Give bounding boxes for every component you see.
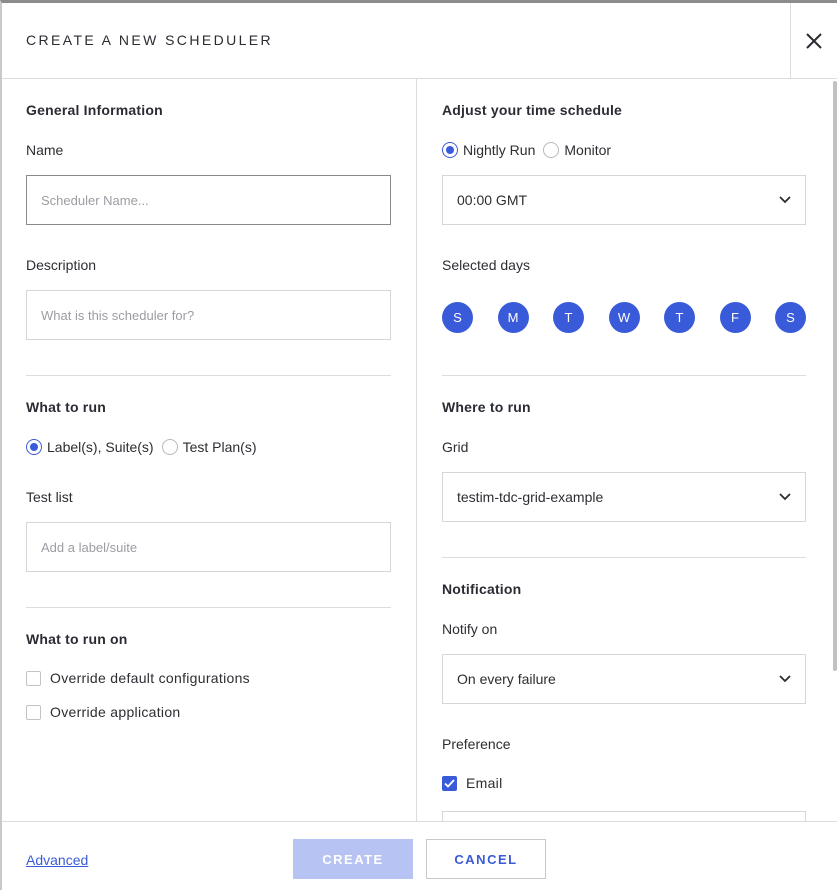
checkbox-icon[interactable]: [26, 670, 41, 686]
close-icon[interactable]: [805, 32, 823, 50]
checkbox-label: Override default configurations: [50, 670, 250, 686]
notify-on-select-value: On every failure: [457, 671, 556, 687]
divider: [26, 607, 391, 608]
radio-checked-icon[interactable]: [442, 142, 458, 158]
day-monday[interactable]: M: [497, 302, 529, 333]
radio-label: Label(s), Suite(s): [47, 439, 154, 455]
radio-test-plans[interactable]: Test Plan(s): [161, 439, 257, 455]
checkbox-checked-icon[interactable]: [442, 775, 457, 791]
preference-label: Preference: [442, 736, 511, 752]
test-list-input[interactable]: [26, 522, 391, 572]
radio-unchecked-icon[interactable]: [161, 439, 178, 455]
radio-label: Nightly Run: [463, 142, 536, 158]
day-friday[interactable]: F: [719, 302, 751, 333]
override-application-checkbox[interactable]: Override application: [26, 704, 181, 720]
time-select[interactable]: 00:00 GMT: [442, 175, 806, 225]
modal-title: CREATE A NEW SCHEDULER: [26, 32, 274, 48]
cancel-button[interactable]: CANCEL: [426, 839, 546, 879]
day-saturday[interactable]: S: [775, 302, 806, 333]
radio-label: Test Plan(s): [182, 439, 257, 455]
email-checkbox[interactable]: Email: [442, 775, 503, 791]
general-information-title: General Information: [26, 102, 163, 118]
close-button[interactable]: [790, 3, 837, 79]
day-wednesday[interactable]: W: [608, 302, 640, 333]
email-recipients-input[interactable]: [442, 811, 806, 821]
divider: [442, 557, 806, 558]
what-to-run-on-title: What to run on: [26, 631, 128, 647]
selected-days-label: Selected days: [442, 257, 530, 273]
radio-label: Monitor: [564, 142, 612, 158]
override-configurations-checkbox[interactable]: Override default configurations: [26, 670, 250, 686]
radio-monitor[interactable]: Monitor: [543, 142, 611, 158]
create-scheduler-modal: CREATE A NEW SCHEDULER General Informati…: [0, 0, 837, 890]
modal-header: CREATE A NEW SCHEDULER: [2, 3, 837, 79]
divider: [442, 375, 806, 376]
grid-label: Grid: [442, 439, 469, 455]
radio-labels-suites[interactable]: Label(s), Suite(s): [26, 439, 154, 455]
scrollbar[interactable]: [833, 81, 837, 671]
modal-footer: Advanced CREATE CANCEL: [2, 821, 837, 890]
day-thursday[interactable]: T: [664, 302, 695, 333]
test-list-label: Test list: [26, 489, 73, 505]
chevron-down-icon: [779, 675, 791, 683]
notification-title: Notification: [442, 581, 522, 597]
checkbox-label: Email: [466, 775, 503, 791]
chevron-down-icon: [779, 493, 791, 501]
notify-on-select[interactable]: On every failure: [442, 654, 806, 704]
scheduler-name-input[interactable]: [26, 175, 391, 225]
radio-checked-icon[interactable]: [26, 439, 42, 455]
column-divider: [416, 79, 417, 821]
advanced-link[interactable]: Advanced: [26, 852, 88, 868]
what-to-run-radio-group: Label(s), Suite(s) Test Plan(s): [26, 439, 265, 455]
divider: [26, 375, 391, 376]
day-tuesday[interactable]: T: [553, 302, 584, 333]
where-to-run-title: Where to run: [442, 399, 531, 415]
grid-select[interactable]: testim-tdc-grid-example: [442, 472, 806, 522]
notify-on-label: Notify on: [442, 621, 498, 637]
day-selector: S M T W T F S: [442, 302, 806, 333]
time-select-value: 00:00 GMT: [457, 192, 528, 208]
description-input[interactable]: [26, 290, 391, 340]
radio-unchecked-icon[interactable]: [543, 142, 560, 158]
radio-nightly-run[interactable]: Nightly Run: [442, 142, 535, 158]
grid-select-value: testim-tdc-grid-example: [457, 489, 604, 505]
what-to-run-title: What to run: [26, 399, 106, 415]
description-label: Description: [26, 257, 97, 273]
checkbox-label: Override application: [50, 704, 181, 720]
checkmark-icon: [444, 778, 455, 788]
create-button[interactable]: CREATE: [293, 839, 413, 879]
name-label: Name: [26, 142, 64, 158]
checkbox-icon[interactable]: [26, 704, 41, 720]
schedule-radio-group: Nightly Run Monitor: [442, 142, 619, 158]
chevron-down-icon: [779, 196, 791, 204]
time-schedule-title: Adjust your time schedule: [442, 102, 623, 118]
day-sunday[interactable]: S: [442, 302, 473, 333]
